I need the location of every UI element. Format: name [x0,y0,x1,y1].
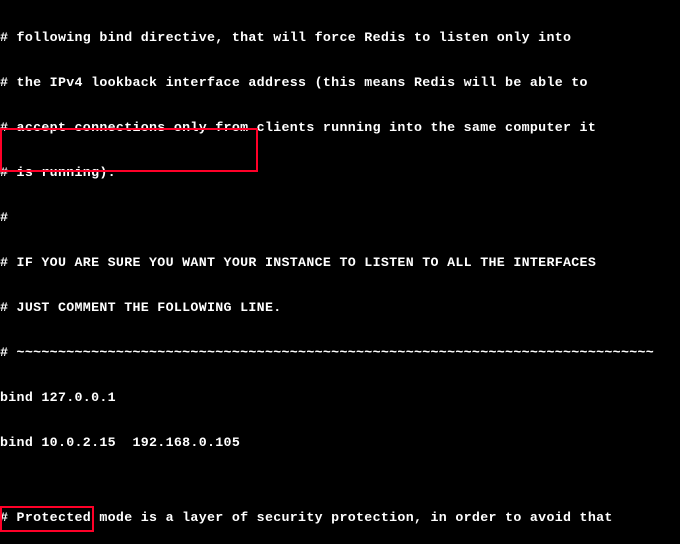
config-line: # Protected mode is a layer of security … [0,510,680,525]
config-line: # accept connections only from clients r… [0,120,680,135]
config-line: # following bind directive, that will fo… [0,30,680,45]
terminal-viewport[interactable]: # following bind directive, that will fo… [0,0,680,544]
config-line-bind: bind 10.0.2.15 192.168.0.105 [0,435,680,450]
config-line: # the IPv4 lookback interface address (t… [0,75,680,90]
config-line-bind: bind 127.0.0.1 [0,390,680,405]
config-line: # IF YOU ARE SURE YOU WANT YOUR INSTANCE… [0,255,680,270]
config-line: # ~~~~~~~~~~~~~~~~~~~~~~~~~~~~~~~~~~~~~~… [0,345,680,360]
config-line: # JUST COMMENT THE FOLLOWING LINE. [0,300,680,315]
config-line: # is running). [0,165,680,180]
config-line: # [0,210,680,225]
